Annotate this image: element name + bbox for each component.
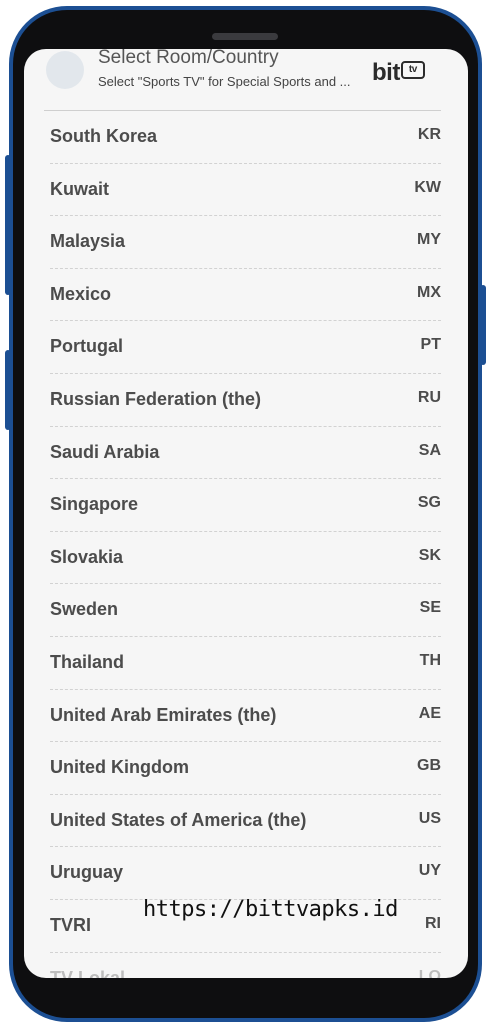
country-name: Uruguay: [50, 862, 124, 883]
speaker-grille: [212, 33, 278, 40]
bittv-logo: bit tv: [372, 59, 425, 87]
country-code: SG: [417, 494, 441, 512]
country-item-sg[interactable]: Singapore SG: [50, 479, 441, 532]
country-code: LO: [418, 967, 441, 979]
country-code: UY: [418, 862, 441, 880]
country-code: KR: [417, 126, 441, 143]
country-name: Portugal: [50, 336, 124, 357]
country-item-uy[interactable]: Uruguay UY: [50, 847, 441, 900]
watermark-url: https://bittvapks.id: [143, 897, 398, 922]
country-item-sk[interactable]: Slovakia SK: [50, 532, 441, 585]
country-item-ae[interactable]: United Arab Emirates (the) AE: [50, 690, 441, 743]
dialog-subtitle: Select "Sports TV" for Special Sports an…: [98, 74, 351, 89]
country-name: United Kingdom: [50, 757, 189, 778]
country-item-mx[interactable]: Mexico MX: [50, 269, 441, 322]
header-icon: [46, 51, 84, 89]
volume-button: [5, 155, 11, 295]
country-item-gb[interactable]: United Kingdom GB: [50, 742, 441, 795]
logo-tv-badge: tv: [400, 61, 425, 79]
country-name: TV Lokal: [50, 967, 126, 979]
country-code: SK: [418, 546, 441, 564]
country-item-th[interactable]: Thailand TH: [50, 637, 441, 690]
country-code: TH: [419, 651, 441, 669]
country-name: Sweden: [50, 599, 119, 620]
country-name: Russian Federation (the): [50, 388, 262, 409]
country-name: Thailand: [50, 651, 125, 672]
country-item-se[interactable]: Sweden SE: [50, 584, 441, 637]
country-list: South Korea KR Kuwait KW Malaysia MY Mexico…: [24, 111, 468, 978]
country-code: RU: [417, 388, 441, 406]
country-code: MY: [417, 231, 441, 249]
bixby-button: [5, 350, 11, 430]
country-code: MX: [417, 283, 441, 301]
country-code: US: [418, 809, 441, 827]
country-code: GB: [417, 757, 441, 775]
logo-text: bit: [372, 59, 400, 86]
country-item-sa[interactable]: Saudi Arabia SA: [50, 427, 441, 480]
country-code: SE: [419, 599, 441, 617]
dialog-header: Select Room/Country Select "Sports TV" f…: [24, 49, 468, 111]
country-name: TVRI: [50, 914, 92, 935]
country-code: PT: [420, 336, 441, 354]
country-name: Saudi Arabia: [50, 441, 160, 462]
country-code: KW: [414, 178, 441, 196]
country-item-kw[interactable]: Kuwait KW: [50, 164, 441, 217]
country-name: Mexico: [50, 283, 112, 304]
country-name: United Arab Emirates (the): [50, 704, 277, 725]
power-button: [480, 285, 486, 365]
country-code: AE: [418, 704, 441, 722]
app-screen: Select Room/Country Select "Sports TV" f…: [24, 49, 468, 978]
country-code: SA: [418, 441, 441, 459]
country-name: Malaysia: [50, 231, 126, 252]
country-item-pt[interactable]: Portugal PT: [50, 321, 441, 374]
country-code: RI: [425, 914, 441, 932]
country-name: United States of America (the): [50, 809, 307, 830]
dialog-title: Select Room/Country: [98, 49, 279, 68]
country-name: Kuwait: [50, 178, 110, 199]
country-name: South Korea: [50, 126, 158, 146]
country-name: Singapore: [50, 494, 139, 515]
country-item-ru[interactable]: Russian Federation (the) RU: [50, 374, 441, 427]
country-item-my[interactable]: Malaysia MY: [50, 216, 441, 269]
country-item-lo[interactable]: TV Lokal LO: [50, 953, 441, 979]
country-item-kr[interactable]: South Korea KR: [50, 111, 441, 164]
country-item-us[interactable]: United States of America (the) US: [50, 795, 441, 848]
country-name: Slovakia: [50, 546, 124, 567]
